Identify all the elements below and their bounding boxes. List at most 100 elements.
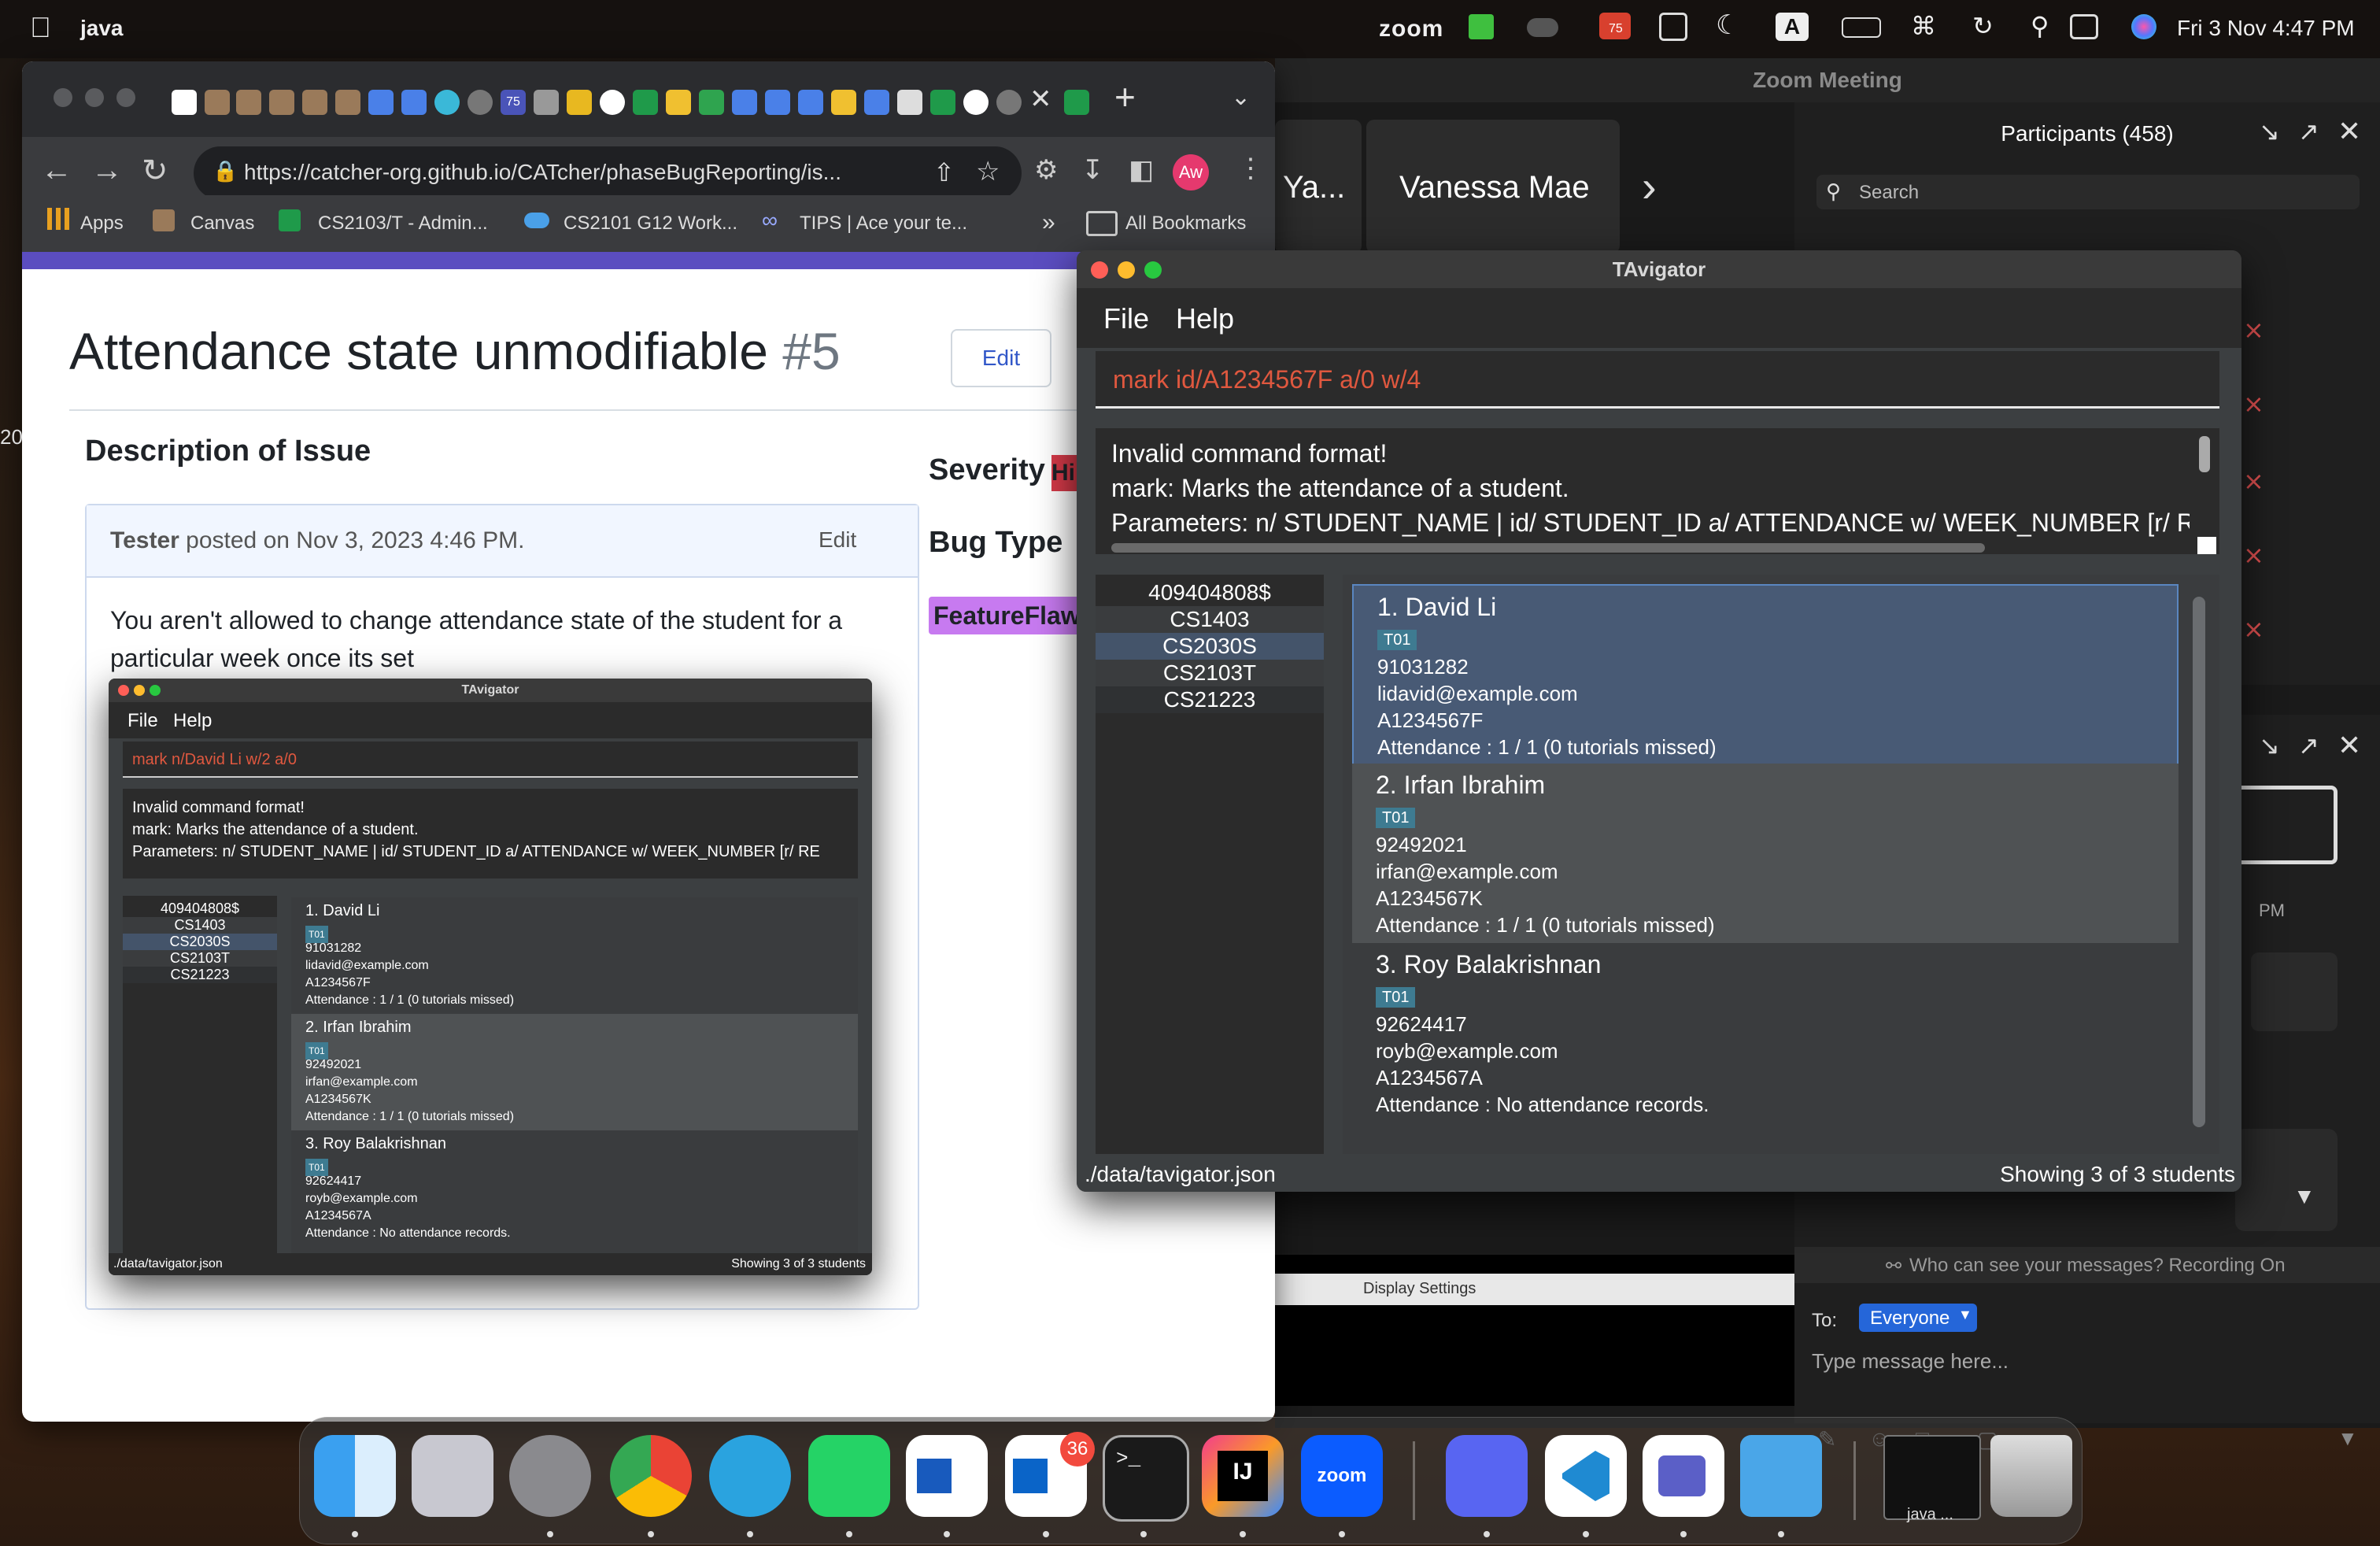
student-card[interactable]: 1. David Li T01 91031282 lidavid@example… [1352,584,2179,765]
tab-favicon[interactable] [236,90,261,115]
popout-icon[interactable]: ↗ [2298,117,2319,146]
tab-favicon[interactable] [269,90,294,115]
sheets-icon[interactable] [699,90,724,115]
result-scrollbar[interactable] [2199,436,2210,472]
moon-icon[interactable]: ☾ [1716,9,1739,41]
github-icon[interactable] [600,90,625,115]
zoom-share-icon[interactable] [1469,14,1494,45]
minimize-window-button[interactable] [85,88,104,107]
input-source-icon[interactable]: A [1776,13,1809,41]
tab-favicon[interactable] [897,90,922,115]
student-card[interactable]: 1. David Li T01 91031282 lidavid@example… [291,897,858,1014]
bookmark-cs2103[interactable]: CS2103/T - Admin... [318,213,488,235]
edit-title-button[interactable]: Edit [951,329,1051,387]
tab-search-icon[interactable]: ⌄ [1231,83,1251,111]
display-settings-button[interactable]: Display Settings [1363,1280,1476,1298]
minimize-window-button[interactable] [1118,261,1135,279]
menu-help[interactable]: Help [173,710,212,732]
list-scrollbar[interactable] [2193,597,2205,1127]
intellij-icon[interactable]: IJ [1202,1435,1284,1517]
student-card[interactable]: 2. Irfan Ibrahim T01 92492021 irfan@exam… [1352,764,2179,943]
group-item[interactable]: CS2103T [1096,660,1324,686]
share-icon[interactable]: ⇧ [933,157,955,187]
group-item[interactable]: CS1403 [1096,606,1324,633]
close-icon[interactable]: ✕ [2338,729,2361,762]
video-tile-partial[interactable]: Ya... [1275,120,1362,253]
siri-icon[interactable] [2131,14,2156,45]
tab-favicon[interactable] [1064,90,1089,115]
forward-icon[interactable]: → [91,153,123,188]
trash-icon[interactable] [1990,1435,2072,1517]
group-item[interactable]: CS1403 [123,917,277,934]
close-tab-icon[interactable]: ✕ [1029,83,1052,115]
tab-favicon[interactable] [864,90,889,115]
discord-icon[interactable] [1446,1435,1528,1517]
group-item[interactable]: CS2030S [123,934,277,950]
chrome-icon[interactable] [610,1435,692,1517]
send-icon[interactable]: ▼ [2293,1184,2315,1209]
minimize-icon[interactable]: ↘ [2259,730,2280,760]
bookmark-apps[interactable]: Apps [80,213,124,235]
tab-favicon[interactable] [930,90,955,115]
drive-icon[interactable] [831,90,856,115]
tab-favicon[interactable] [302,90,327,115]
menu-file[interactable]: File [128,710,158,732]
clock-datetime[interactable]: Fri 3 Nov 4:47 PM [2177,16,2355,41]
video-tile[interactable]: Vanessa Mae [1366,120,1620,253]
zoom-status-label[interactable]: zoom [1379,16,1443,43]
tab-favicon[interactable] [368,90,394,115]
github-icon[interactable] [963,90,989,115]
finder-icon[interactable] [314,1435,396,1517]
wifi-icon[interactable]: ⌘ [1911,11,1936,41]
student-card[interactable]: 3. Roy Balakrishnan T01 92624417 royb@ex… [1352,945,2179,1129]
student-card[interactable]: 2. Irfan Ibrahim T01 92492021 irfan@exam… [291,1014,858,1130]
zoom-window-button[interactable] [116,88,135,107]
apps-grid-icon[interactable] [47,208,69,235]
reload-icon[interactable]: ↻ [142,153,168,189]
profile-avatar[interactable]: Aw [1173,154,1209,190]
folder-icon[interactable] [1740,1435,1822,1517]
bug-type-badge[interactable]: FeatureFlaw [929,597,1085,634]
student-card[interactable]: 3. Roy Balakrishnan T01 92624417 royb@ex… [291,1130,858,1247]
close-window-button[interactable] [1091,261,1108,279]
telegram-icon[interactable] [709,1435,791,1517]
bookmark-canvas[interactable]: Canvas [190,213,254,235]
word-icon[interactable] [906,1435,988,1517]
result-hscrollbar[interactable] [1111,543,1985,553]
group-item[interactable]: CS2103T [123,950,277,967]
tab-favicon[interactable] [798,90,823,115]
new-tab-icon[interactable]: + [1114,76,1136,118]
outlook-menu-icon[interactable] [1659,13,1687,46]
tab-favicon[interactable] [468,90,493,115]
tab-favicon[interactable] [534,90,559,115]
download-icon[interactable]: ↧ [1081,154,1104,186]
back-icon[interactable]: ← [41,153,72,188]
menu-help[interactable]: Help [1176,302,1234,335]
notification-icon[interactable]: 75 [1599,13,1631,45]
launchpad-icon[interactable] [412,1435,493,1517]
search-input[interactable]: Search [1859,182,1919,204]
teams-icon[interactable] [1643,1435,1724,1517]
system-settings-icon[interactable] [509,1435,591,1517]
tab-favicon[interactable] [434,90,460,115]
whatsapp-icon[interactable] [808,1435,890,1517]
tab-favicon[interactable] [633,90,658,115]
menu-kebab-icon[interactable]: ⋮ [1237,153,1264,184]
tab-favicon[interactable] [996,90,1022,115]
group-item[interactable]: CS2030S [1096,633,1324,660]
message-input[interactable]: Type message here... [1812,1349,2009,1374]
side-panel-icon[interactable]: ◧ [1129,154,1154,186]
link-icon[interactable] [1527,17,1558,43]
next-page-icon[interactable]: › [1642,161,1657,212]
menu-file[interactable]: File [1103,302,1149,335]
time-machine-icon[interactable]: ↻ [1972,11,1994,41]
more-bookmarks-button[interactable]: » [1042,209,1055,236]
command-box[interactable]: mark id/A1234567F a/0 w/4 [1096,351,2219,409]
control-center-icon[interactable] [2070,14,2098,45]
tab-favicon[interactable]: 75 [501,90,526,115]
group-item[interactable]: 409404808$ [123,896,277,917]
group-item[interactable]: CS21223 [123,967,277,983]
recipient-dropdown[interactable]: Everyone ▼ [1859,1304,1977,1332]
tab-favicon[interactable] [205,90,230,115]
battery-icon[interactable] [1842,17,1881,43]
